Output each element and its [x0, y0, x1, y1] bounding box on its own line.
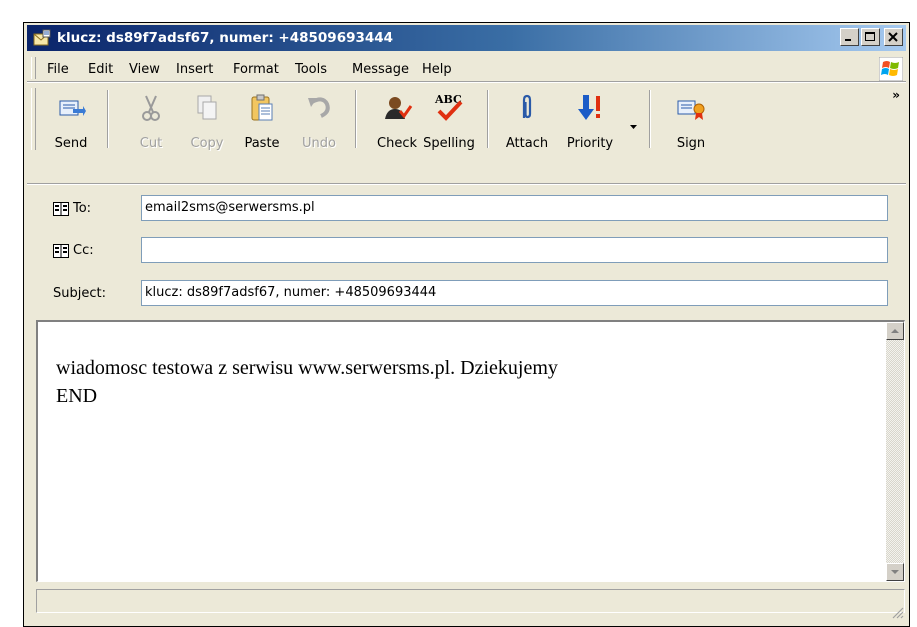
vertical-scrollbar[interactable]	[886, 322, 904, 581]
menu-view[interactable]: View	[129, 62, 160, 77]
subject-label: Subject:	[53, 286, 106, 301]
attach-button[interactable]: Attach	[497, 86, 557, 152]
minimize-icon	[845, 39, 851, 41]
spelling-label: Spelling	[423, 136, 475, 151]
address-book-icon	[53, 243, 69, 258]
copy-button[interactable]: Copy	[177, 86, 237, 152]
maximize-icon	[865, 32, 875, 41]
status-bar	[36, 589, 905, 613]
scroll-up-button[interactable]	[886, 322, 904, 340]
undo-button[interactable]: Undo	[289, 86, 349, 152]
title-bar[interactable]: klucz: ds89f7adsf67, numer: +48509693444	[27, 25, 906, 51]
check-label: Check	[377, 136, 417, 151]
menu-help[interactable]: Help	[422, 62, 452, 77]
check-names-icon	[385, 97, 413, 119]
compose-window: klucz: ds89f7adsf67, numer: +48509693444…	[23, 22, 910, 627]
menu-message[interactable]: Message	[352, 62, 409, 77]
message-body[interactable]: wiadomosc testowa z serwisu www.serwersm…	[36, 320, 905, 582]
attach-label: Attach	[505, 136, 549, 151]
sign-button[interactable]: Sign	[661, 86, 721, 152]
paste-icon	[251, 94, 273, 121]
scroll-down-button[interactable]	[886, 563, 904, 581]
menu-separator	[27, 81, 906, 83]
priority-dropdown-arrow[interactable]	[630, 120, 638, 129]
menu-insert[interactable]: Insert	[176, 62, 213, 77]
scissors-icon	[142, 95, 160, 121]
sign-label: Sign	[676, 136, 706, 151]
close-button[interactable]	[884, 28, 903, 46]
subject-row: Subject: klucz: ds89f7adsf67, numer: +48…	[27, 278, 906, 308]
digital-signature-icon	[677, 100, 705, 120]
menu-tools[interactable]: Tools	[295, 62, 327, 77]
send-button[interactable]: Send	[41, 86, 101, 152]
toolbar-separator	[107, 90, 109, 148]
paperclip-icon	[522, 94, 532, 119]
paste-button[interactable]: Paste	[232, 86, 292, 152]
cut-button[interactable]: Cut	[121, 86, 181, 152]
toolbar: Send Cut Copy Paste Undo Check ABC Spell…	[27, 84, 906, 184]
cc-field[interactable]	[141, 237, 888, 263]
copy-label: Copy	[190, 136, 224, 151]
menu-format[interactable]: Format	[233, 62, 279, 77]
message-line-1: wiadomosc testowa z serwisu www.serwersm…	[56, 357, 558, 379]
windows-logo-icon	[879, 57, 903, 81]
spelling-icon: ABC	[434, 93, 463, 121]
cc-label: Cc:	[73, 243, 94, 258]
priority-icon	[578, 95, 600, 120]
menu-bar: File Edit View Insert Format Tools Messa…	[27, 55, 906, 81]
message-text[interactable]: wiadomosc testowa z serwisu www.serwersm…	[56, 354, 558, 410]
priority-label: Priority	[566, 136, 614, 151]
minimize-button[interactable]	[840, 28, 859, 46]
toolbar-separator-bottom	[27, 183, 906, 185]
priority-button[interactable]: Priority	[557, 86, 623, 152]
undo-label: Undo	[302, 136, 336, 151]
spelling-button[interactable]: ABC Spelling	[419, 86, 479, 152]
cc-row: Cc:	[27, 235, 906, 265]
toolbar-separator	[355, 90, 357, 148]
maximize-button[interactable]	[861, 28, 880, 46]
menu-grip[interactable]	[31, 57, 36, 79]
paste-label: Paste	[244, 136, 280, 151]
cc-button[interactable]: Cc:	[53, 243, 94, 258]
toolbar-grip[interactable]	[31, 88, 36, 150]
subject-field[interactable]: klucz: ds89f7adsf67, numer: +48509693444	[141, 280, 888, 306]
to-row: To: email2sms@serwersms.pl	[27, 193, 906, 223]
to-button[interactable]: To:	[53, 201, 91, 216]
toolbar-more-button[interactable]: »	[892, 88, 900, 102]
cut-label: Cut	[139, 136, 163, 151]
new-message-icon	[33, 29, 51, 46]
to-field[interactable]: email2sms@serwersms.pl	[141, 195, 888, 221]
copy-icon	[197, 95, 217, 120]
send-label: Send	[54, 136, 88, 151]
menu-edit[interactable]: Edit	[88, 62, 113, 77]
resize-grip-icon[interactable]	[891, 606, 905, 620]
undo-icon	[308, 97, 330, 118]
window-title: klucz: ds89f7adsf67, numer: +48509693444	[57, 30, 394, 46]
close-icon	[888, 32, 898, 42]
menu-file[interactable]: File	[47, 62, 69, 77]
scroll-down-icon	[891, 570, 899, 574]
toolbar-separator	[487, 90, 489, 148]
address-book-icon	[53, 201, 69, 216]
message-line-2: END	[56, 385, 98, 407]
send-icon	[59, 100, 86, 116]
toolbar-separator	[649, 90, 651, 148]
chevron-down-icon	[630, 125, 637, 129]
scroll-up-icon	[891, 329, 899, 333]
check-names-button[interactable]: Check	[367, 86, 427, 152]
to-label: To:	[73, 201, 92, 216]
